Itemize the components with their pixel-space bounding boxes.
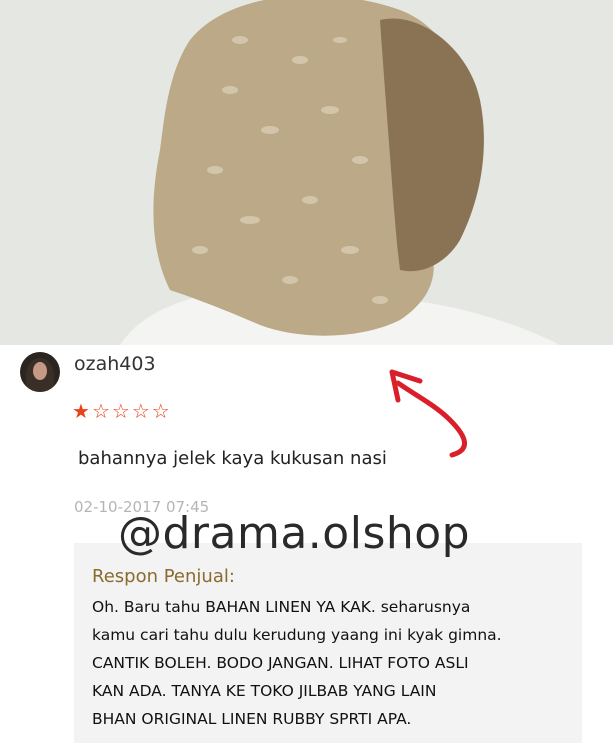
seller-response-line: Oh. Baru tahu BAHAN LINEN YA KAK. seharu…: [92, 598, 471, 616]
review-text: bahannya jelek kaya kukusan nasi: [78, 448, 387, 469]
seller-response-line: CANTIK BOLEH. BODO JANGAN. LIHAT FOTO AS…: [92, 654, 469, 672]
star-rating: ★ ☆ ☆ ☆ ☆: [72, 400, 170, 422]
star-filled-icon: ★: [72, 399, 90, 423]
star-empty-icon: ☆: [151, 399, 170, 423]
watermark: @drama.olshop: [118, 508, 471, 559]
avatar[interactable]: [20, 352, 60, 392]
star-empty-icon: ☆: [91, 399, 110, 423]
star-empty-icon: ☆: [111, 399, 130, 423]
reviewer-username[interactable]: ozah403: [74, 353, 156, 375]
star-empty-icon: ☆: [131, 399, 150, 423]
seller-response-line: KAN ADA. TANYA KE TOKO JILBAB YANG LAIN: [92, 682, 437, 700]
product-photo[interactable]: [0, 0, 613, 345]
seller-response-line: kamu cari tahu dulu kerudung yaang ini k…: [92, 626, 502, 644]
seller-response-title: Respon Penjual:: [92, 566, 235, 587]
hijab-photo-illustration: [0, 0, 613, 345]
seller-response-line: BHAN ORIGINAL LINEN RUBBY SPRTI APA.: [92, 710, 412, 728]
